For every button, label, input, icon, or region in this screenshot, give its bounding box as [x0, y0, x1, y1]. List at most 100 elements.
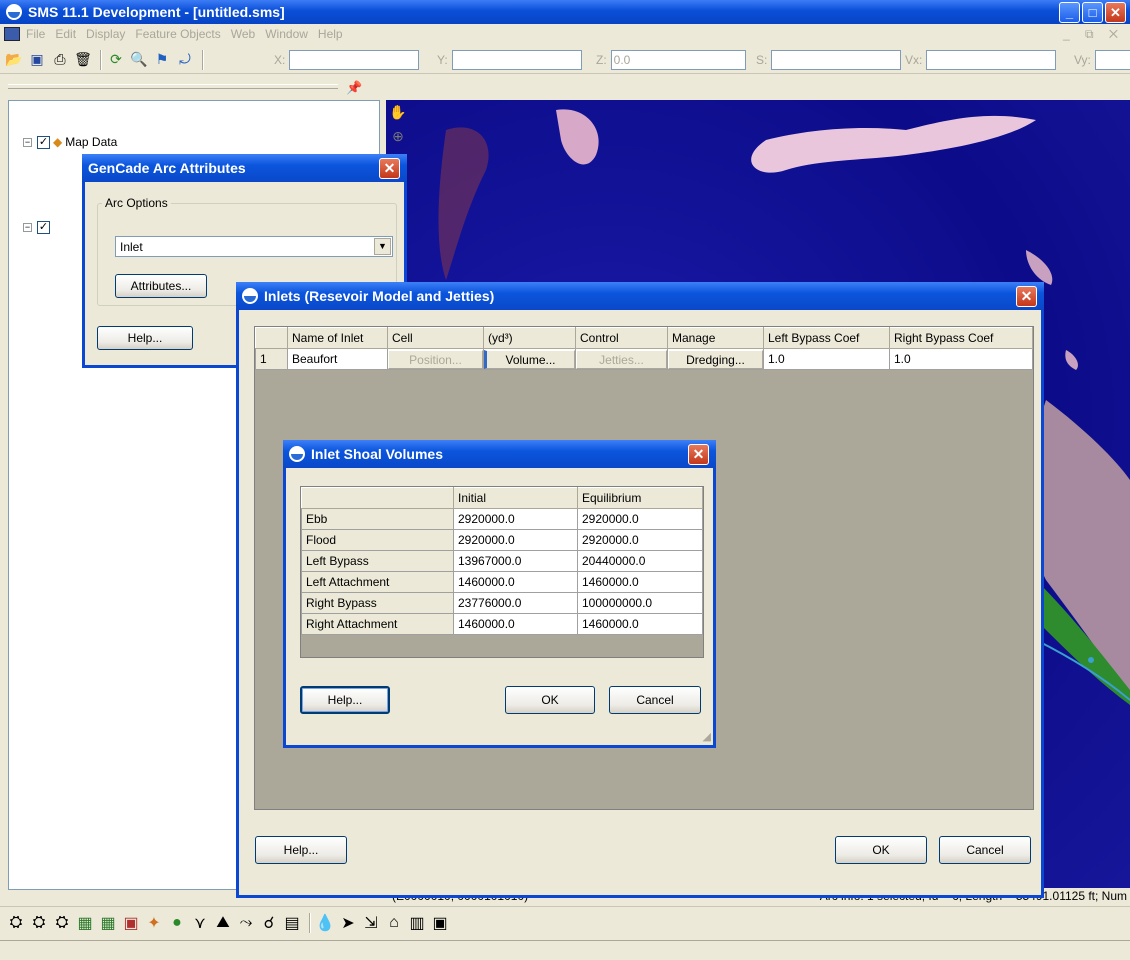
collapse-icon[interactable]: −: [23, 223, 32, 232]
vy-field[interactable]: [1094, 50, 1130, 70]
mdi-controls[interactable]: _ ⧉ ✕: [1063, 27, 1124, 42]
save-icon[interactable]: ▣: [27, 50, 47, 70]
column-header[interactable]: Right Bypass Coef: [889, 327, 1033, 349]
position-button[interactable]: Position...: [388, 349, 483, 369]
left-bypass-cell[interactable]: 1.0: [763, 348, 890, 370]
equilibrium-cell[interactable]: 100000000.0: [577, 592, 703, 614]
shoal-cancel-button[interactable]: Cancel: [609, 686, 701, 714]
delete-icon[interactable]: 🗑: [73, 50, 93, 70]
shoal-help-button[interactable]: Help...: [300, 686, 390, 714]
map-module-icon[interactable]: ✦: [144, 913, 164, 933]
z-field[interactable]: 0.0: [610, 50, 746, 70]
collapse-icon[interactable]: −: [23, 137, 32, 147]
tree-map-data[interactable]: − ✓ ◆ Map Data: [23, 135, 117, 149]
inlets-ok-button[interactable]: OK: [835, 836, 927, 864]
vx-field[interactable]: [926, 50, 1057, 70]
equilibrium-cell[interactable]: 2920000.0: [577, 529, 703, 551]
maximize-button[interactable]: □: [1082, 2, 1103, 23]
minimize-button[interactable]: _: [1059, 2, 1080, 23]
document-icon[interactable]: [4, 27, 20, 41]
equilibrium-cell[interactable]: 1460000.0: [577, 571, 703, 593]
attributes-button[interactable]: Attributes...: [115, 274, 207, 298]
grid-module-icon[interactable]: ▦: [75, 913, 95, 933]
table-row[interactable]: Flood 2920000.0 2920000.0: [301, 529, 703, 551]
arc-help-button[interactable]: Help...: [97, 326, 193, 350]
inlet-name-cell[interactable]: Beaufort: [287, 348, 388, 370]
image-icon[interactable]: ▤: [282, 913, 302, 933]
menu-web[interactable]: Web: [231, 27, 255, 41]
measure-icon[interactable]: ⇲: [361, 913, 381, 933]
column-header[interactable]: (yd³): [483, 327, 576, 349]
shoal-ok-button[interactable]: OK: [505, 686, 595, 714]
close-button[interactable]: ✕: [1105, 2, 1126, 23]
inlets-cancel-button[interactable]: Cancel: [939, 836, 1031, 864]
menu-help[interactable]: Help: [318, 27, 343, 41]
column-header[interactable]: Left Bypass Coef: [763, 327, 890, 349]
terrain-icon[interactable]: ⛰: [213, 913, 233, 933]
table-row[interactable]: Right Attachment 1460000.0 1460000.0: [301, 613, 703, 635]
equilibrium-cell[interactable]: 20440000.0: [577, 550, 703, 572]
explorer-grip[interactable]: [8, 84, 338, 89]
drop-icon[interactable]: 💧: [315, 913, 335, 933]
y-field[interactable]: [451, 50, 582, 70]
volume-button[interactable]: Volume...: [484, 349, 575, 369]
equilibrium-cell[interactable]: 2920000.0: [577, 508, 703, 530]
quadtree-icon[interactable]: ▦: [98, 913, 118, 933]
arc-dialog-close-button[interactable]: ✕: [379, 158, 400, 179]
initial-cell[interactable]: 23776000.0: [453, 592, 578, 614]
arc-option-select[interactable]: Inlet ▼: [115, 236, 393, 257]
menu-window[interactable]: Window: [265, 27, 308, 41]
frame-icon[interactable]: ⚑: [152, 50, 172, 70]
open-folder-icon[interactable]: 📂: [4, 50, 24, 70]
menu-display[interactable]: Display: [86, 27, 125, 41]
initial-cell[interactable]: 2920000.0: [453, 529, 578, 551]
column-header[interactable]: Manage: [667, 327, 764, 349]
picture-icon[interactable]: ▣: [430, 913, 450, 933]
visibility-checkbox[interactable]: ✓: [37, 135, 50, 149]
profile-icon[interactable]: ☌: [259, 913, 279, 933]
raster-icon[interactable]: ▣: [121, 913, 141, 933]
dredging-button[interactable]: Dredging...: [668, 349, 763, 369]
equilibrium-cell[interactable]: 1460000.0: [577, 613, 703, 635]
pan-hand-icon[interactable]: ✋: [388, 104, 408, 124]
table-row[interactable]: 1 Beaufort Position... Volume... Jetties…: [255, 348, 1033, 370]
initial-cell[interactable]: 13967000.0: [453, 550, 578, 572]
table-row[interactable]: Left Attachment 1460000.0 1460000.0: [301, 571, 703, 593]
column-header[interactable]: Name of Inlet: [287, 327, 388, 349]
right-bypass-cell[interactable]: 1.0: [889, 348, 1033, 370]
s-field[interactable]: [771, 50, 902, 70]
chevron-down-icon[interactable]: ▼: [374, 238, 391, 255]
column-header[interactable]: Cell: [387, 327, 484, 349]
initial-cell[interactable]: 1460000.0: [453, 571, 578, 593]
print-icon[interactable]: ⎙: [50, 50, 70, 70]
path-icon[interactable]: ⤳: [236, 913, 256, 933]
initial-cell[interactable]: 1460000.0: [453, 613, 578, 635]
table-row[interactable]: Right Bypass 23776000.0 100000000.0: [301, 592, 703, 614]
shoal-dialog-close-button[interactable]: ✕: [688, 444, 709, 465]
menu-feature-objects[interactable]: Feature Objects: [135, 27, 220, 41]
pin-icon[interactable]: 📌: [346, 80, 362, 96]
tree-second-root[interactable]: − ✓: [23, 221, 53, 234]
scatter-module-icon[interactable]: ⛭: [52, 913, 72, 933]
inlets-help-button[interactable]: Help...: [255, 836, 347, 864]
arrow-icon[interactable]: ➤: [338, 913, 358, 933]
visibility-checkbox[interactable]: ✓: [37, 221, 50, 234]
chart-icon[interactable]: ▥: [407, 913, 427, 933]
table-row[interactable]: Left Bypass 13967000.0 20440000.0: [301, 550, 703, 572]
rotate-icon[interactable]: ⤾: [175, 50, 195, 70]
table-row[interactable]: Ebb 2920000.0 2920000.0: [301, 508, 703, 530]
mesh-module-icon[interactable]: ⛭: [6, 913, 26, 933]
zoom-in-icon[interactable]: ⊕: [388, 128, 408, 148]
gis-globe-icon[interactable]: ●: [167, 913, 187, 933]
refresh-icon[interactable]: ⟳: [106, 50, 126, 70]
column-header[interactable]: Control: [575, 327, 668, 349]
particle-icon[interactable]: ⋎: [190, 913, 210, 933]
jetties-button[interactable]: Jetties...: [576, 349, 667, 369]
resize-grip-icon[interactable]: ◢: [703, 730, 711, 743]
cartesian-grid-icon[interactable]: ⛭: [29, 913, 49, 933]
house-icon[interactable]: ⌂: [384, 913, 404, 933]
x-field[interactable]: [289, 50, 420, 70]
initial-cell[interactable]: 2920000.0: [453, 508, 578, 530]
zoom-icon[interactable]: 🔍: [129, 50, 149, 70]
inlets-dialog-close-button[interactable]: ✕: [1016, 286, 1037, 307]
